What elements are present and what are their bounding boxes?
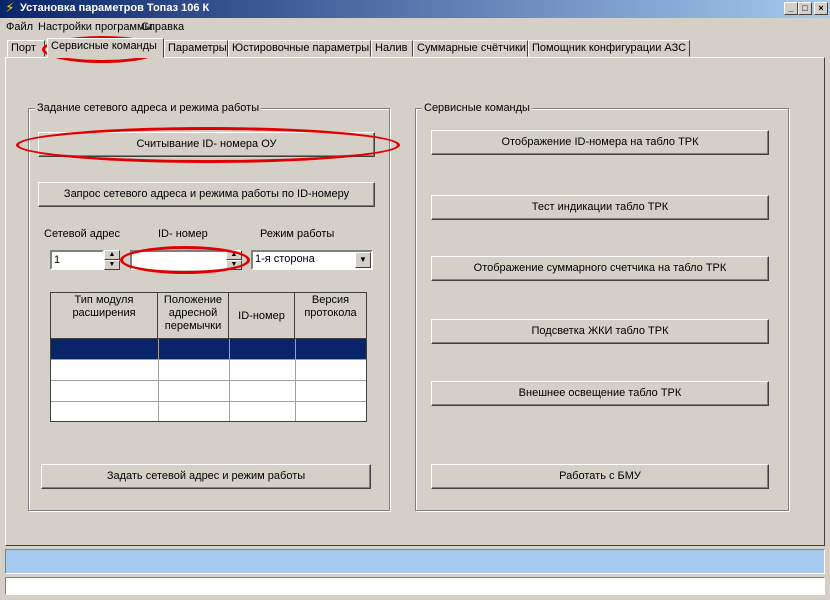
lightning-icon: ⚡	[5, 0, 15, 15]
menu-bar: Файл Настройки программы Справка	[0, 18, 830, 36]
set-address-button[interactable]: Задать сетевой адрес и режим работы	[41, 464, 371, 489]
table-column-divider	[229, 339, 230, 421]
message-bar	[5, 577, 825, 595]
display-test-button[interactable]: Тест индикации табло ТРК	[431, 195, 769, 220]
table-row[interactable]	[51, 381, 366, 402]
module-table[interactable]: Тип модуля расширения Положение адресной…	[50, 292, 367, 422]
minimize-button[interactable]: _	[784, 2, 798, 15]
table-column-divider	[158, 339, 159, 421]
table-column-divider	[295, 339, 296, 421]
service-commands-group: Сервисные команды	[415, 102, 789, 511]
tab-calibration[interactable]: Юстировочные параметры	[228, 40, 371, 57]
lcd-backlight-button[interactable]: Подсветка ЖКИ табло ТРК	[431, 319, 769, 344]
tab-config-assistant[interactable]: Помощник конфигурации АЗС	[528, 40, 690, 57]
chevron-down-icon[interactable]: ▼	[355, 252, 371, 268]
external-lighting-button[interactable]: Внешнее освещение табло ТРК	[431, 381, 769, 406]
work-with-bmu-button[interactable]: Работать с БМУ	[431, 464, 769, 489]
id-number-spinner[interactable]: ▲ ▼	[226, 250, 242, 270]
mode-select-value: 1-я сторона	[255, 253, 315, 265]
net-address-input[interactable]: 1	[50, 250, 104, 270]
tab-totalizers[interactable]: Суммарные счётчики	[413, 40, 528, 57]
close-button[interactable]: ×	[814, 2, 828, 15]
table-row[interactable]	[51, 402, 366, 421]
tab-port[interactable]: Порт	[7, 40, 45, 57]
table-header-protocol-version[interactable]: Версия протокола	[295, 293, 366, 339]
id-number-input[interactable]	[130, 250, 226, 270]
tab-service-commands[interactable]: Сервисные команды	[47, 38, 164, 58]
show-totalizer-button[interactable]: Отображение суммарного счетчика на табло…	[431, 256, 769, 281]
menu-help[interactable]: Справка	[141, 21, 184, 33]
spin-up-icon[interactable]: ▲	[104, 250, 120, 260]
menu-program-settings[interactable]: Настройки программы	[38, 21, 152, 33]
net-address-spinner[interactable]: ▲ ▼	[104, 250, 120, 270]
network-address-group-caption: Задание сетевого адреса и режима работы	[35, 102, 262, 114]
service-commands-group-caption: Сервисные команды	[422, 102, 532, 114]
table-header-module-type[interactable]: Тип модуля расширения	[51, 293, 158, 339]
title-bar: ⚡ Установка параметров Топаз 106 К _ □ ×	[0, 0, 830, 18]
read-id-button[interactable]: Считывание ID- номера ОУ	[38, 132, 375, 157]
net-address-label: Сетевой адрес	[44, 228, 121, 240]
spin-down-icon[interactable]: ▼	[226, 260, 242, 270]
mode-label: Режим работы	[260, 228, 335, 240]
spin-up-icon[interactable]: ▲	[226, 250, 242, 260]
request-address-button[interactable]: Запрос сетевого адреса и режима работы п…	[38, 182, 375, 207]
table-row[interactable]	[51, 360, 366, 381]
maximize-button[interactable]: □	[798, 2, 812, 15]
table-row[interactable]	[51, 339, 366, 360]
status-bar	[5, 549, 825, 574]
menu-file[interactable]: Файл	[6, 21, 33, 33]
tab-filling[interactable]: Налив	[371, 40, 413, 57]
tab-parameters[interactable]: Параметры	[164, 40, 228, 57]
table-header-jumper-position[interactable]: Положение адресной перемычки	[158, 293, 229, 339]
table-header-id-number[interactable]: ID-номер	[229, 293, 295, 339]
spin-down-icon[interactable]: ▼	[104, 260, 120, 270]
mode-select[interactable]: 1-я сторона ▼	[251, 250, 373, 270]
show-id-button[interactable]: Отображение ID-номера на табло ТРК	[431, 130, 769, 155]
window-title: Установка параметров Топаз 106 К	[20, 2, 210, 14]
id-number-label: ID- номер	[158, 228, 208, 240]
